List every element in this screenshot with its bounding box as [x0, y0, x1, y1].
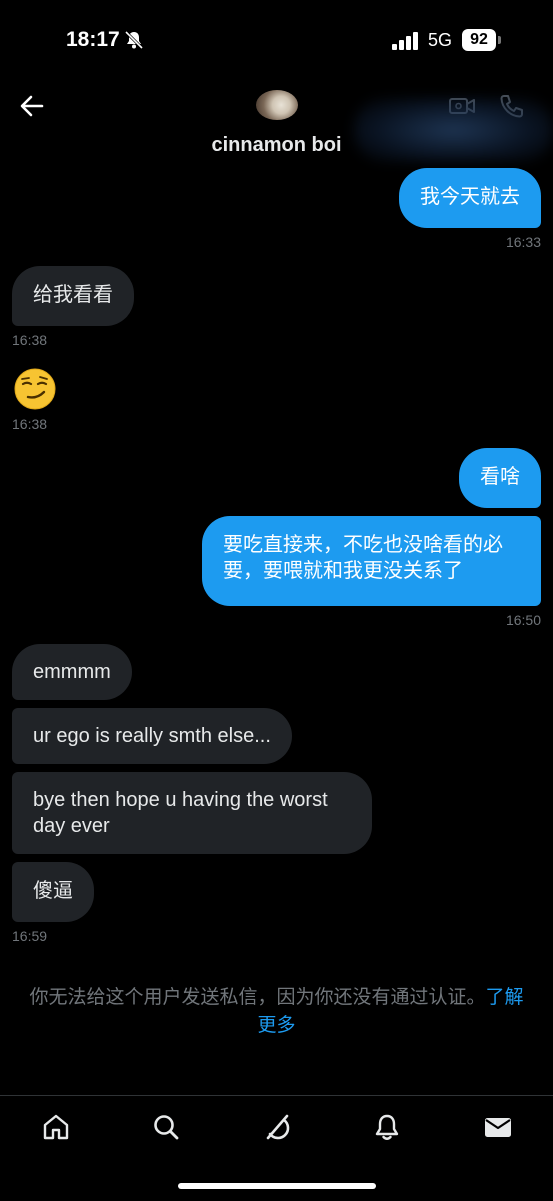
message-sent[interactable]: 我今天就去: [399, 168, 541, 228]
network-label: 5G: [428, 30, 453, 50]
message-text: 看啥: [459, 448, 541, 508]
messages-icon[interactable]: [483, 1112, 513, 1142]
back-arrow-icon[interactable]: [16, 90, 48, 122]
message-timestamp: 16:59: [12, 928, 48, 944]
message-line: 要，要喂就和我更没关系了: [223, 560, 463, 582]
message-text: 傻逼: [12, 862, 94, 922]
status-bar: 18:17 5G 92: [0, 0, 553, 80]
message-text: 给我看看: [12, 266, 134, 326]
conversation-header: cinnamon boi: [0, 80, 553, 166]
search-icon[interactable]: [151, 1112, 181, 1142]
message-received[interactable]: 给我看看: [12, 266, 134, 326]
learn-more-link-continued[interactable]: 更多: [257, 1015, 295, 1036]
message-text: ur ego is really smth else...: [12, 708, 292, 764]
signal-icon: [392, 32, 418, 50]
dm-restriction-notice: 你无法给这个用户发送私信，因为你还没有通过认证。了解 更多: [0, 984, 553, 1040]
message-line: 要吃直接来，不吃也没啥看的必: [223, 534, 503, 556]
home-icon[interactable]: [41, 1112, 71, 1142]
battery-icon: 92: [462, 29, 496, 51]
notifications-icon[interactable]: [372, 1112, 402, 1142]
blurred-overlay: [354, 98, 553, 162]
message-sent[interactable]: 要吃直接来，不吃也没啥看的必 要，要喂就和我更没关系了: [202, 516, 541, 606]
message-received[interactable]: emmmm: [12, 644, 132, 700]
home-indicator: [178, 1183, 376, 1189]
message-timestamp: 16:38: [12, 416, 48, 432]
grok-icon[interactable]: [262, 1112, 292, 1142]
status-time: 18:17: [66, 28, 120, 51]
message-received[interactable]: bye then hope u having the worst day eve…: [12, 772, 372, 854]
message-received[interactable]: 傻逼: [12, 862, 94, 922]
message-timestamp: 16:33: [505, 234, 541, 250]
notice-text: 你无法给这个用户发送私信，因为你还没有通过认证。: [29, 987, 486, 1008]
message-line: day ever: [33, 815, 110, 837]
message-sent[interactable]: 看啥: [459, 448, 541, 508]
message-timestamp: 16:38: [12, 332, 48, 348]
message-timestamp: 16:50: [505, 612, 541, 628]
message-line: bye then hope u having the worst: [33, 789, 328, 811]
learn-more-link[interactable]: 了解: [486, 987, 524, 1008]
message-text: bye then hope u having the worst day eve…: [12, 772, 372, 854]
message-text: 我今天就去: [399, 168, 541, 228]
bell-muted-icon: [124, 30, 144, 50]
message-received[interactable]: ur ego is really smth else...: [12, 708, 292, 764]
smirk-emoji-icon[interactable]: [14, 368, 56, 410]
message-text: 要吃直接来，不吃也没啥看的必 要，要喂就和我更没关系了: [202, 516, 541, 606]
message-text: emmmm: [12, 644, 132, 700]
battery-tip: [498, 36, 501, 44]
avatar[interactable]: [256, 90, 298, 120]
